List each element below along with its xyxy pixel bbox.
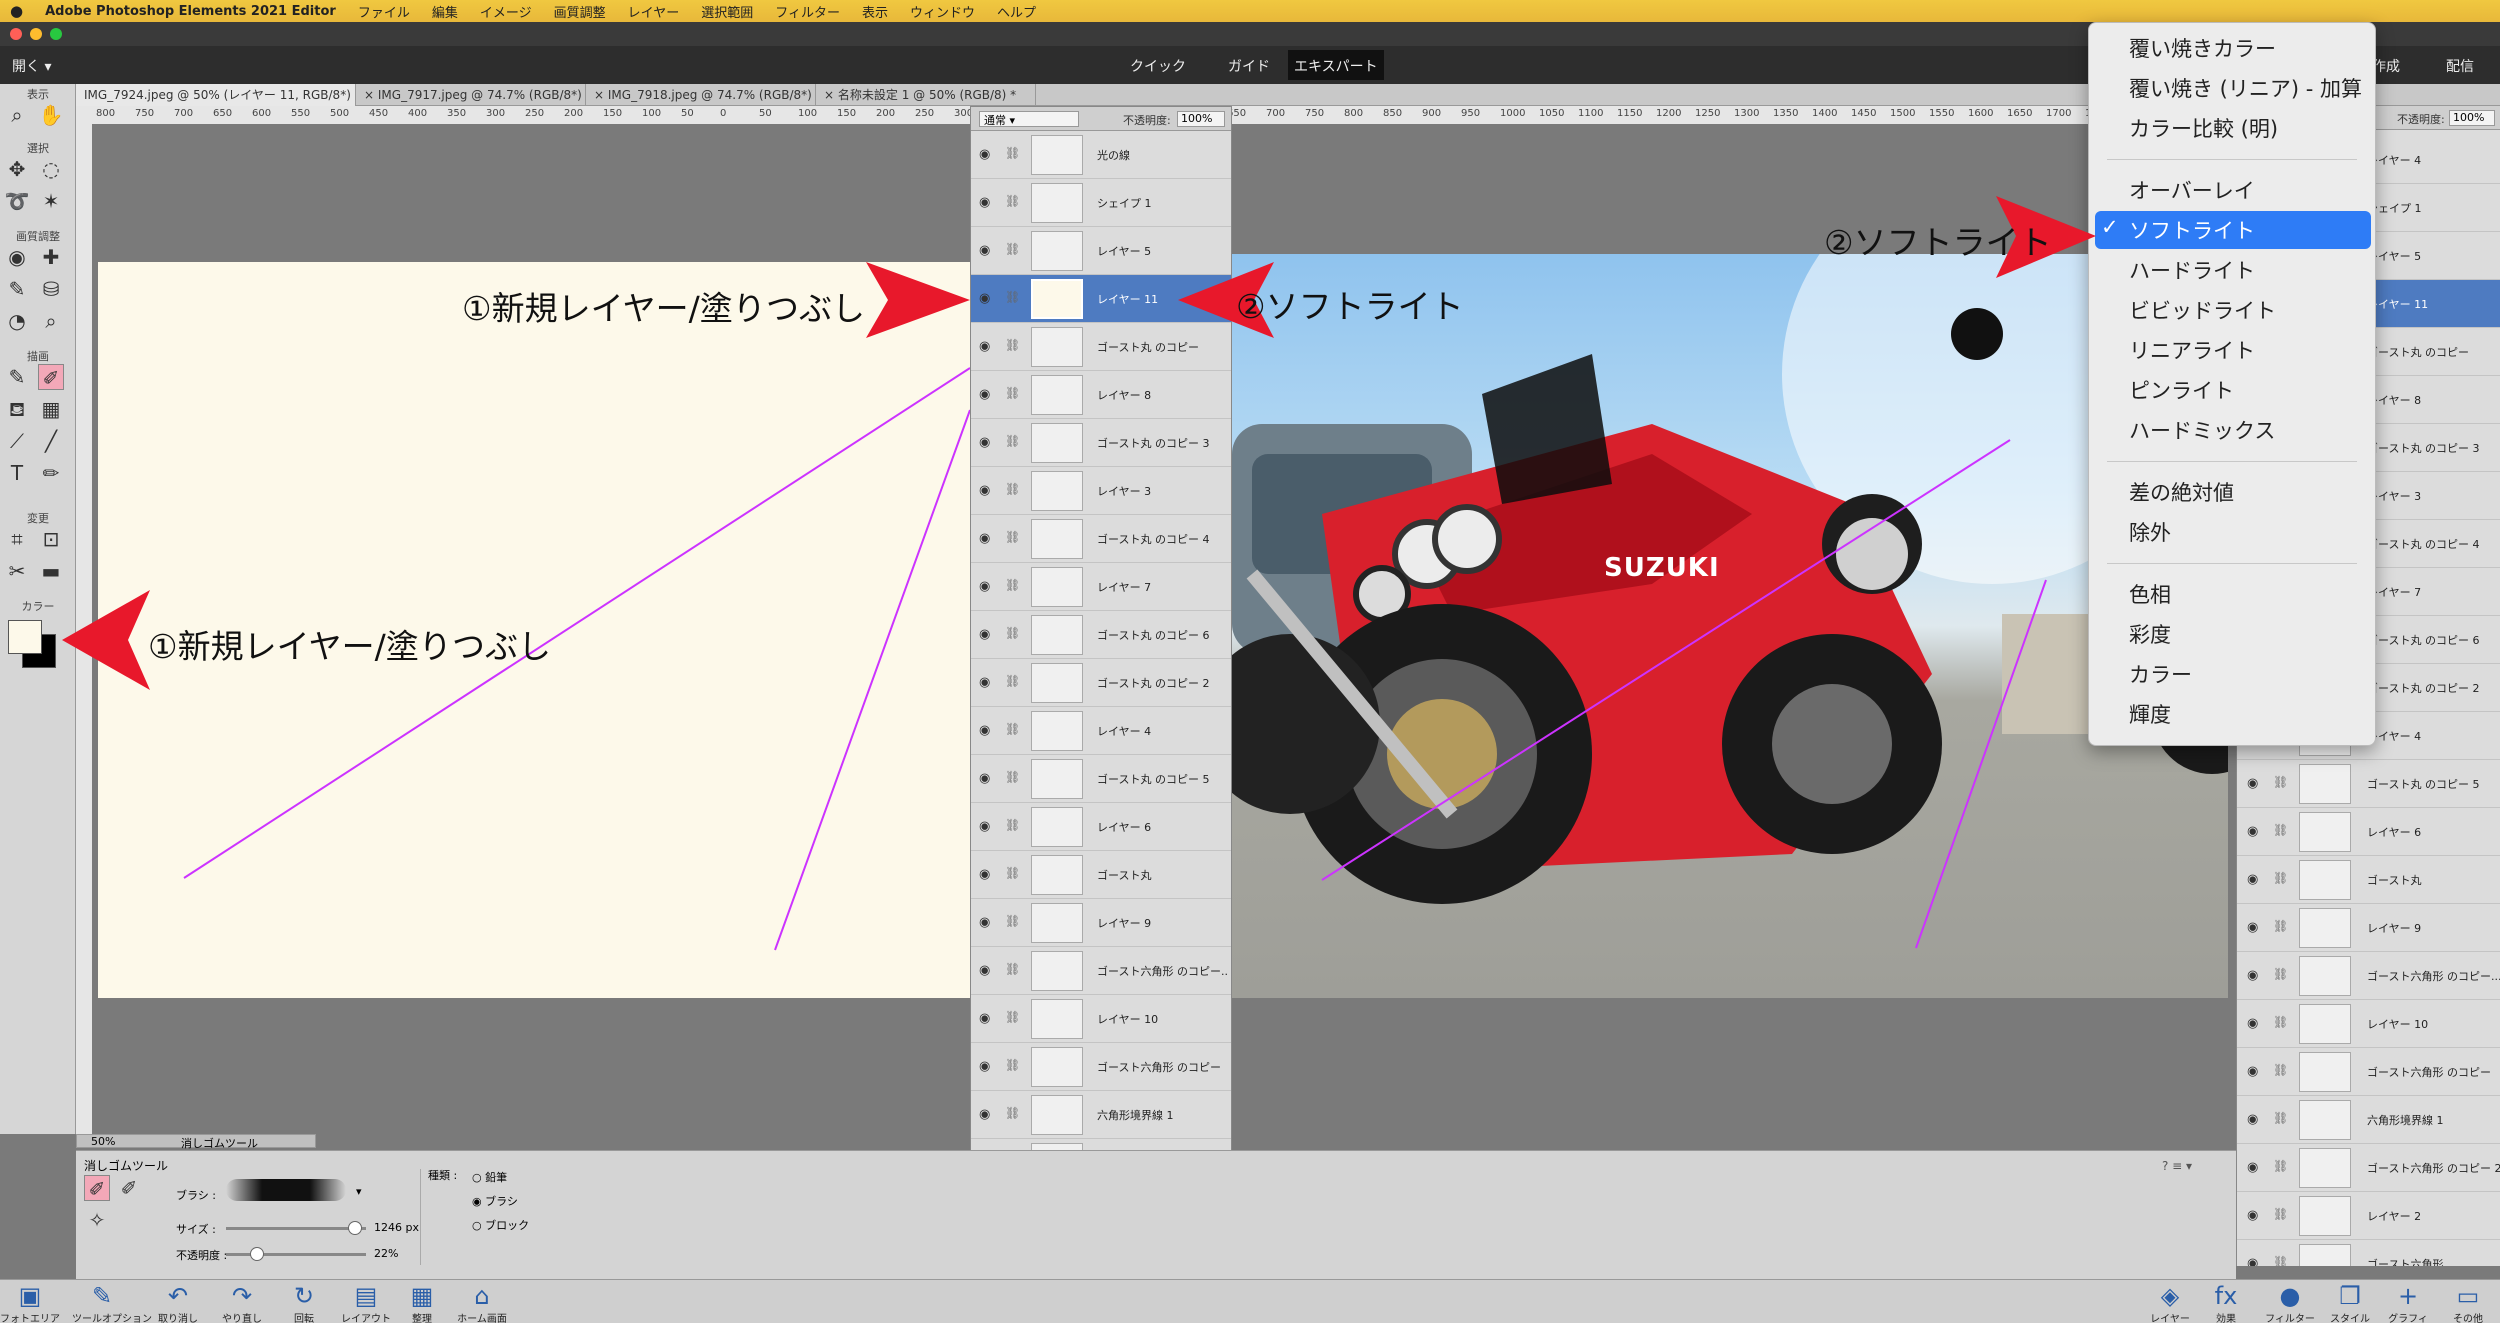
arrow-icon <box>62 590 150 690</box>
annotation-new-layer-center: ①新規レイヤー/塗りつぶし <box>462 289 866 328</box>
brush-label: ブラシ : <box>176 1189 216 1202</box>
size-value: 1246 px <box>374 1221 419 1234</box>
plus-icon: + <box>2397 1282 2419 1310</box>
styles-icon: ❐ <box>2339 1282 2361 1310</box>
graphics-button[interactable]: + グラフィ <box>2378 1282 2438 1323</box>
home-icon: ⌂ <box>474 1282 490 1310</box>
redo-icon: ↷ <box>231 1282 253 1310</box>
annotation-soft-light-center: ②ソフトライト <box>1236 287 1464 326</box>
zoom-status[interactable]: 50% <box>91 1135 115 1148</box>
type-label: 種類 : <box>428 1169 458 1182</box>
redo-button[interactable]: ↷ やり直し <box>212 1282 272 1323</box>
annotation-soft-light-right: ②ソフトライト <box>1824 223 2052 262</box>
tool-options-title: 消しゴムツール <box>84 1159 169 1173</box>
size-label: サイズ : <box>176 1223 216 1236</box>
styles-button[interactable]: ❐ スタイル <box>2320 1282 2380 1323</box>
doc-status-bar: 50% 消しゴムツール <box>76 1134 316 1150</box>
opacity-value: 22% <box>374 1247 399 1260</box>
type-pencil-radio[interactable]: ○ 鉛筆 <box>472 1169 507 1185</box>
organize-button[interactable]: ▦ 整理 <box>392 1282 452 1323</box>
undo-icon: ↶ <box>167 1282 189 1310</box>
options-divider <box>420 1169 421 1265</box>
more-icon: ▭ <box>2456 1282 2480 1310</box>
rotate-button[interactable]: ↻ 回転 <box>274 1282 334 1323</box>
layout-button[interactable]: ▤ レイアウト <box>336 1282 396 1323</box>
layers-icon: ◈ <box>2160 1282 2180 1310</box>
tool-status: 消しゴムツール <box>181 1137 258 1150</box>
bottom-taskbar: ▣ フォトエリア ✎ ツールオプション ↶ 取り消し ↷ やり直し ↻ 回転 ▤ レイアウト… <box>0 1279 2500 1323</box>
eraser-icon[interactable]: ✐ <box>84 1175 110 1201</box>
annotation-new-layer-left: ①新規レイヤー/塗りつぶし <box>148 627 552 666</box>
opacity-slider[interactable] <box>226 1253 366 1256</box>
help-icon[interactable]: ? ≡ ▾ <box>2162 1159 2192 1173</box>
filters-button[interactable]: ● フィルター <box>2260 1282 2320 1323</box>
size-slider[interactable] <box>226 1227 366 1230</box>
tool-options-icon: ✎ <box>91 1282 113 1310</box>
effects-button[interactable]: fx 効果 <box>2196 1282 2256 1323</box>
type-brush-radio[interactable]: ◉ ブラシ <box>472 1193 518 1209</box>
photo-bin-icon: ▣ <box>18 1282 42 1310</box>
fx-icon: fx <box>2214 1282 2238 1310</box>
size-slider-handle[interactable] <box>348 1221 362 1235</box>
home-screen-button[interactable]: ⌂ ホーム画面 <box>452 1282 512 1323</box>
brush-preview[interactable] <box>226 1179 346 1201</box>
background-eraser-icon[interactable]: ✐ <box>116 1175 142 1201</box>
undo-button[interactable]: ↶ 取り消し <box>148 1282 208 1323</box>
tool-options-button[interactable]: ✎ ツールオプション <box>72 1282 152 1323</box>
arrow-icon <box>866 262 970 338</box>
rotate-icon: ↻ <box>293 1282 315 1310</box>
more-button[interactable]: ▭ その他 <box>2438 1282 2498 1323</box>
opacity-option-label: 不透明度 : <box>176 1249 228 1262</box>
photo-bin-button[interactable]: ▣ フォトエリア <box>0 1282 60 1323</box>
tool-options-bar: 消しゴムツール ✐ ✐ ✧ ブラシ : ▾ サイズ : 1246 px 不透明度… <box>76 1150 2236 1279</box>
brush-dropdown-icon[interactable]: ▾ <box>356 1185 362 1198</box>
opacity-slider-handle[interactable] <box>250 1247 264 1261</box>
filters-icon: ● <box>2279 1282 2301 1310</box>
type-block-radio[interactable]: ○ ブロック <box>472 1217 529 1233</box>
layout-icon: ▤ <box>354 1282 378 1310</box>
magic-eraser-icon[interactable]: ✧ <box>84 1207 110 1233</box>
organize-icon: ▦ <box>410 1282 434 1310</box>
layers-button[interactable]: ◈ レイヤー <box>2140 1282 2200 1323</box>
